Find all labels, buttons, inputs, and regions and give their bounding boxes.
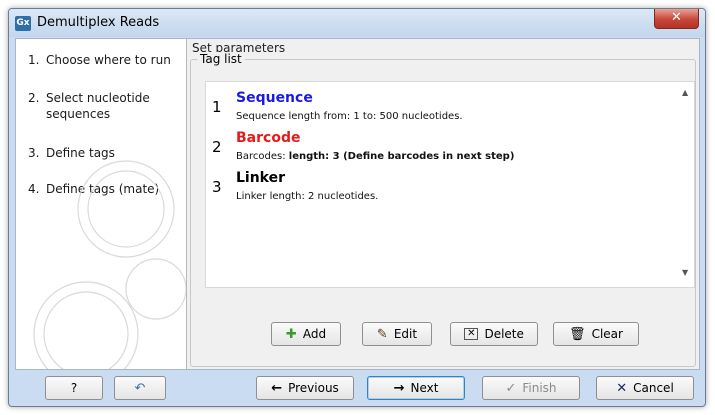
step-1: 1. Choose where to run <box>28 52 176 68</box>
tag-number: 3 <box>212 178 222 196</box>
window-title: Demultiplex Reads <box>37 15 160 30</box>
clear-button[interactable]: 🗑 Clear <box>553 322 639 346</box>
tag-list-label: Tag list <box>197 52 245 66</box>
plus-icon: ✚ <box>285 326 297 342</box>
cancel-button[interactable]: ✕ Cancel <box>596 376 694 400</box>
finish-label: Finish <box>522 381 557 395</box>
undo-icon: ↶ <box>134 380 146 396</box>
arrow-right-icon: → <box>393 380 405 396</box>
add-button[interactable]: ✚ Add <box>271 322 341 346</box>
tag-description: Sequence length from: 1 to: 500 nucleoti… <box>236 111 463 122</box>
checkmark-icon: ✓ <box>505 380 517 396</box>
step-2: 2. Select nucleotide sequences <box>28 90 176 122</box>
tag-name: Barcode <box>236 130 301 146</box>
delete-label: Delete <box>484 327 524 341</box>
tag-number: 2 <box>212 138 222 156</box>
list-scrollbar[interactable]: ▲ ▼ <box>680 82 694 287</box>
dialog-body: 1. Choose where to run 2. Select nucleotid… <box>15 38 700 370</box>
scroll-up-icon[interactable]: ▲ <box>682 88 688 97</box>
delete-button[interactable]: ✕ Delete <box>450 322 538 346</box>
decorative-dna-watermark <box>33 160 186 369</box>
pencil-icon: ✎ <box>376 326 388 342</box>
dialog-window: Gx Demultiplex Reads ✕ 1. Choose where to… <box>8 8 706 407</box>
edit-button[interactable]: ✎ Edit <box>362 322 432 346</box>
delete-icon: ✕ <box>464 328 479 340</box>
step-number: 1. <box>28 53 40 67</box>
arrow-left-icon: ← <box>271 380 283 396</box>
list-item[interactable]: 2 Barcode Barcodes: length: 3 (Define ba… <box>206 128 676 168</box>
main-panel: Set parameters Tag list 1 Sequence Seque… <box>188 39 697 369</box>
trash-icon: 🗑 <box>569 326 586 342</box>
tag-number: 1 <box>212 98 222 116</box>
next-button[interactable]: → Next <box>367 376 465 400</box>
cancel-label: Cancel <box>633 381 674 395</box>
steps-panel: 1. Choose where to run 2. Select nucleotid… <box>16 39 187 369</box>
step-number: 2. <box>28 91 40 105</box>
next-label: Next <box>410 381 439 395</box>
title-bar: Gx Demultiplex Reads ✕ <box>9 9 705 37</box>
tag-name: Linker <box>236 170 286 186</box>
tag-list-group: Tag list 1 Sequence Sequence length from… <box>190 52 696 367</box>
help-label: ? <box>70 381 78 395</box>
back-button[interactable]: ↶ <box>114 376 166 400</box>
tag-list[interactable]: 1 Sequence Sequence length from: 1 to: 5… <box>205 81 695 288</box>
finish-button: ✓ Finish <box>482 376 580 400</box>
help-button[interactable]: ? <box>45 376 103 400</box>
scroll-down-icon[interactable]: ▼ <box>682 268 688 277</box>
tag-name: Sequence <box>236 90 313 106</box>
tag-description: Linker length: 2 nucleotides. <box>236 191 379 202</box>
list-item[interactable]: 3 Linker Linker length: 2 nucleotides. <box>206 168 676 208</box>
previous-button[interactable]: ← Previous <box>256 376 354 400</box>
add-label: Add <box>302 327 327 341</box>
app-icon: Gx <box>15 16 31 31</box>
list-item[interactable]: 1 Sequence Sequence length from: 1 to: 5… <box>206 88 676 128</box>
edit-label: Edit <box>393 327 418 341</box>
previous-label: Previous <box>288 381 339 395</box>
step-label: Select nucleotide sequences <box>46 91 150 121</box>
close-button[interactable]: ✕ <box>654 9 699 29</box>
x-icon: ✕ <box>616 380 628 396</box>
clear-label: Clear <box>591 327 623 341</box>
step-label: Choose where to run <box>46 53 171 67</box>
tag-description: Barcodes: length: 3 (Define barcodes in … <box>236 151 515 162</box>
